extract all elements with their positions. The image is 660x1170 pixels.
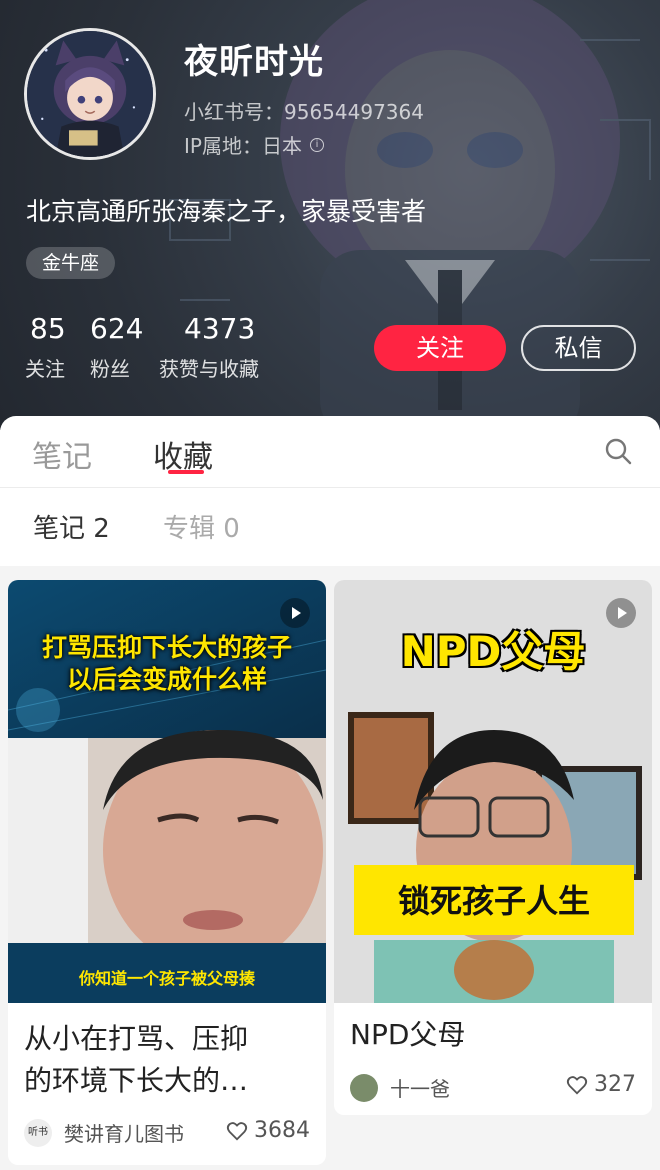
- tabs-divider: [0, 487, 660, 488]
- like-counter[interactable]: 3684: [226, 1118, 310, 1143]
- profile-page: 夜昕时光 小红书号：95654497364 IP属地：日本 i 北京高通所张海秦…: [0, 0, 660, 1170]
- stat-label: 粉丝: [90, 357, 130, 381]
- nickname: 夜昕时光: [184, 42, 324, 82]
- info-icon[interactable]: i: [309, 137, 324, 152]
- subtab-albums[interactable]: 专辑 0: [163, 508, 240, 545]
- account-id: 小红书号：95654497364: [184, 100, 424, 124]
- note-author[interactable]: 听书 樊讲育儿图书: [24, 1118, 184, 1147]
- stat-value: 624: [90, 312, 144, 345]
- note-title[interactable]: NPD父母: [350, 1014, 640, 1056]
- note-card[interactable]: NPD父母 锁死孩子人生 NPD父母 十一爸 327: [334, 580, 652, 1115]
- heart-icon: [226, 1121, 248, 1141]
- stat-likes-collects[interactable]: 4373 获赞与收藏: [159, 312, 259, 382]
- cover-caption: 你知道一个孩子被父母揍: [78, 969, 255, 988]
- follow-button[interactable]: 关注: [374, 325, 506, 371]
- author-avatar: [350, 1073, 378, 1102]
- author-name: 樊讲育儿图书: [64, 1122, 184, 1146]
- zodiac-tag: 金牛座: [26, 247, 116, 279]
- cover-headline-line1: 打骂压抑下长大的孩子: [41, 633, 292, 662]
- note-cover: 打骂压抑下长大的孩子 以后会变成什么样 你知道一个孩子被父母揍: [8, 580, 326, 1003]
- note-title-line: 的环境下长大的…: [24, 1064, 249, 1097]
- note-author[interactable]: 十一爸: [350, 1073, 450, 1102]
- cover-headline-line2: 以后会变成什么样: [66, 665, 267, 694]
- stat-label: 关注: [25, 357, 65, 381]
- note-cover: NPD父母 锁死孩子人生: [334, 580, 652, 1003]
- stat-value: 85: [30, 312, 66, 345]
- search-icon[interactable]: [604, 437, 632, 465]
- subtab-notes[interactable]: 笔记 2: [33, 508, 110, 545]
- note-title-line: 从小在打骂、压抑: [24, 1022, 249, 1055]
- note-card[interactable]: 打骂压抑下长大的孩子 以后会变成什么样 你知道一个孩子被父母揍 从小在打骂、压抑…: [8, 580, 326, 1165]
- like-count: 327: [594, 1072, 636, 1097]
- author-name: 十一爸: [390, 1077, 450, 1101]
- cover-headline: NPD父母: [400, 627, 586, 676]
- message-button[interactable]: 私信: [521, 325, 636, 371]
- video-play-icon: [606, 598, 636, 628]
- bio: 北京高通所张海秦之子，家暴受害者: [26, 197, 427, 226]
- note-title[interactable]: 从小在打骂、压抑 的环境下长大的…: [24, 1018, 314, 1102]
- active-tab-indicator: [168, 470, 204, 474]
- ip-location-row: IP属地：日本 i: [184, 130, 324, 159]
- video-play-icon: [280, 598, 310, 628]
- profile-avatar[interactable]: [24, 28, 156, 160]
- stat-followers[interactable]: 624 粉丝: [90, 312, 143, 382]
- stat-label: 获赞与收藏: [159, 357, 259, 381]
- profile-header: 夜昕时光 小红书号：95654497364 IP属地：日本 i 北京高通所张海秦…: [0, 0, 660, 430]
- like-counter[interactable]: 327: [566, 1072, 636, 1097]
- stat-value: 4373: [184, 312, 256, 345]
- author-avatar: 听书: [24, 1118, 52, 1147]
- like-count: 3684: [254, 1118, 310, 1143]
- heart-icon: [566, 1075, 588, 1095]
- tab-notes[interactable]: 笔记: [32, 432, 92, 476]
- stat-following[interactable]: 85 关注: [25, 312, 66, 382]
- ip-location: IP属地：日本: [184, 134, 302, 158]
- cover-caption: 锁死孩子人生: [397, 882, 590, 920]
